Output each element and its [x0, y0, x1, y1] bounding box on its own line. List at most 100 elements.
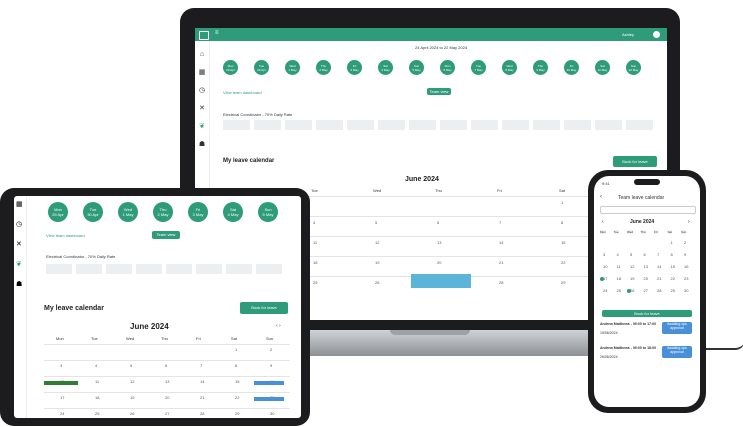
day-cell[interactable]: 8 — [671, 252, 673, 257]
calendar-icon[interactable]: ▦ — [16, 200, 23, 208]
book-leave-button[interactable]: Book for leave — [240, 302, 288, 314]
day-cell[interactable]: 8 — [235, 363, 237, 368]
day-circle[interactable]: Fri 3 May — [347, 60, 362, 75]
day-cell[interactable]: 24 — [603, 288, 607, 293]
day-cell[interactable]: 21 — [499, 260, 503, 265]
day-cell[interactable]: 4 — [617, 252, 619, 257]
team-icon[interactable]: ☗ — [16, 280, 22, 288]
day-circle[interactable]: Mon 6 May — [440, 60, 455, 75]
day-cell[interactable]: 1 — [561, 200, 563, 205]
day-circle[interactable]: Wed 1 May — [118, 202, 138, 222]
day-cell[interactable]: 21 — [657, 276, 661, 281]
menu-icon[interactable]: ≡ — [215, 30, 219, 36]
entry-status-button[interactable]: Awaiting ops approval — [662, 322, 692, 334]
day-cell[interactable]: 29 — [561, 280, 565, 285]
day-cell[interactable]: 14 — [200, 379, 204, 384]
day-cell[interactable]: 5 — [375, 220, 377, 225]
day-cell[interactable]: 11 — [617, 264, 621, 269]
team-dashboard-link[interactable]: View team dashboard — [46, 233, 85, 238]
day-circle[interactable]: Sat 4 May — [378, 60, 393, 75]
availability-cell[interactable] — [409, 120, 436, 130]
day-cell[interactable]: 19 — [130, 395, 134, 400]
leaf-icon[interactable]: ❦ — [198, 123, 206, 131]
day-cell[interactable]: 15 — [671, 264, 675, 269]
day-circle[interactable]: Thu 2 May — [153, 202, 173, 222]
day-circle[interactable]: Fri 3 May — [188, 202, 208, 222]
day-cell[interactable]: 27 — [644, 288, 648, 293]
leaf-icon[interactable]: ❦ — [16, 260, 22, 268]
avatar[interactable] — [653, 31, 660, 38]
day-cell[interactable]: 10 — [603, 264, 607, 269]
availability-cell[interactable] — [502, 120, 529, 130]
availability-cell[interactable] — [46, 264, 72, 274]
availability-cell[interactable] — [223, 120, 250, 130]
day-cell[interactable]: 21 — [200, 395, 204, 400]
day-cell[interactable]: 3 — [603, 252, 605, 257]
leave-event[interactable] — [44, 381, 78, 385]
availability-cell[interactable] — [285, 120, 312, 130]
day-circle[interactable]: Sun 12 May — [626, 60, 641, 75]
day-cell[interactable]: 15 — [235, 379, 239, 384]
day-cell[interactable]: 12 — [130, 379, 134, 384]
day-circle[interactable]: Tue 7 May — [471, 60, 486, 75]
day-circle[interactable]: Mon 29 Apr — [223, 60, 238, 75]
day-cell[interactable]: 20 — [644, 276, 648, 281]
tools-icon[interactable]: ✕ — [198, 105, 206, 113]
day-circle[interactable]: Thu 9 May — [533, 60, 548, 75]
book-leave-button[interactable]: Book for leave — [613, 156, 657, 167]
day-cell[interactable]: 7 — [499, 220, 501, 225]
day-cell[interactable]: 2 — [684, 240, 686, 245]
day-cell[interactable]: 5 — [130, 363, 132, 368]
day-cell[interactable]: 28 — [657, 288, 661, 293]
clock-icon[interactable]: ◷ — [16, 220, 22, 228]
month-nav-icon[interactable]: ‹ › — [276, 323, 281, 329]
leave-event[interactable] — [254, 397, 284, 401]
day-cell[interactable]: 30 — [270, 411, 274, 416]
availability-cell[interactable] — [440, 120, 467, 130]
day-cell[interactable]: 25 — [617, 288, 621, 293]
back-icon[interactable]: ‹ — [600, 194, 602, 200]
availability-cell[interactable] — [378, 120, 405, 130]
day-circle[interactable]: Sat 11 May — [595, 60, 610, 75]
day-cell[interactable]: 13 — [165, 379, 169, 384]
day-cell[interactable]: 15 — [561, 240, 565, 245]
day-cell[interactable]: 20 — [165, 395, 169, 400]
day-cell[interactable]: 19 — [630, 276, 634, 281]
availability-cell[interactable] — [256, 264, 282, 274]
day-cell[interactable]: 14 — [499, 240, 503, 245]
day-circle[interactable]: Mon 29 Apr — [48, 202, 68, 222]
day-cell[interactable]: 5 — [630, 252, 632, 257]
day-circle[interactable]: Sat 4 May — [223, 202, 243, 222]
day-circle[interactable]: Thu 2 May — [316, 60, 331, 75]
availability-cell[interactable] — [347, 120, 374, 130]
availability-cell[interactable] — [533, 120, 560, 130]
day-cell[interactable]: 29 — [671, 288, 675, 293]
day-cell[interactable]: 13 — [437, 240, 441, 245]
day-cell[interactable]: 19 — [375, 260, 379, 265]
team-view-button[interactable]: Team view — [427, 88, 451, 95]
tools-icon[interactable]: ✕ — [16, 240, 22, 248]
availability-cell[interactable] — [196, 264, 222, 274]
day-cell[interactable]: 26 — [375, 280, 379, 285]
availability-cell[interactable] — [564, 120, 591, 130]
day-cell[interactable]: 4 — [313, 220, 315, 225]
availability-cell[interactable] — [626, 120, 653, 130]
day-cell[interactable]: 24 — [60, 411, 64, 416]
day-cell[interactable]: 27 — [165, 411, 169, 416]
day-cell[interactable]: 3 — [60, 363, 62, 368]
availability-cell[interactable] — [136, 264, 162, 274]
day-cell[interactable]: 25 — [313, 280, 317, 285]
day-circle[interactable]: Fri 10 May — [564, 60, 579, 75]
leave-marker[interactable] — [600, 277, 604, 281]
day-cell[interactable]: 18 — [95, 395, 99, 400]
prev-month-icon[interactable]: ‹ — [602, 219, 604, 225]
day-cell[interactable]: 22 — [561, 260, 565, 265]
day-cell[interactable]: 23 — [684, 276, 688, 281]
day-cell[interactable]: 14 — [657, 264, 661, 269]
availability-cell[interactable] — [595, 120, 622, 130]
day-cell[interactable]: 7 — [657, 252, 659, 257]
day-circle[interactable]: Wed 8 May — [502, 60, 517, 75]
entry-status-button[interactable]: Awaiting ops approval — [662, 346, 692, 358]
day-cell[interactable]: 12 — [630, 264, 634, 269]
day-cell[interactable]: 30 — [684, 288, 688, 293]
